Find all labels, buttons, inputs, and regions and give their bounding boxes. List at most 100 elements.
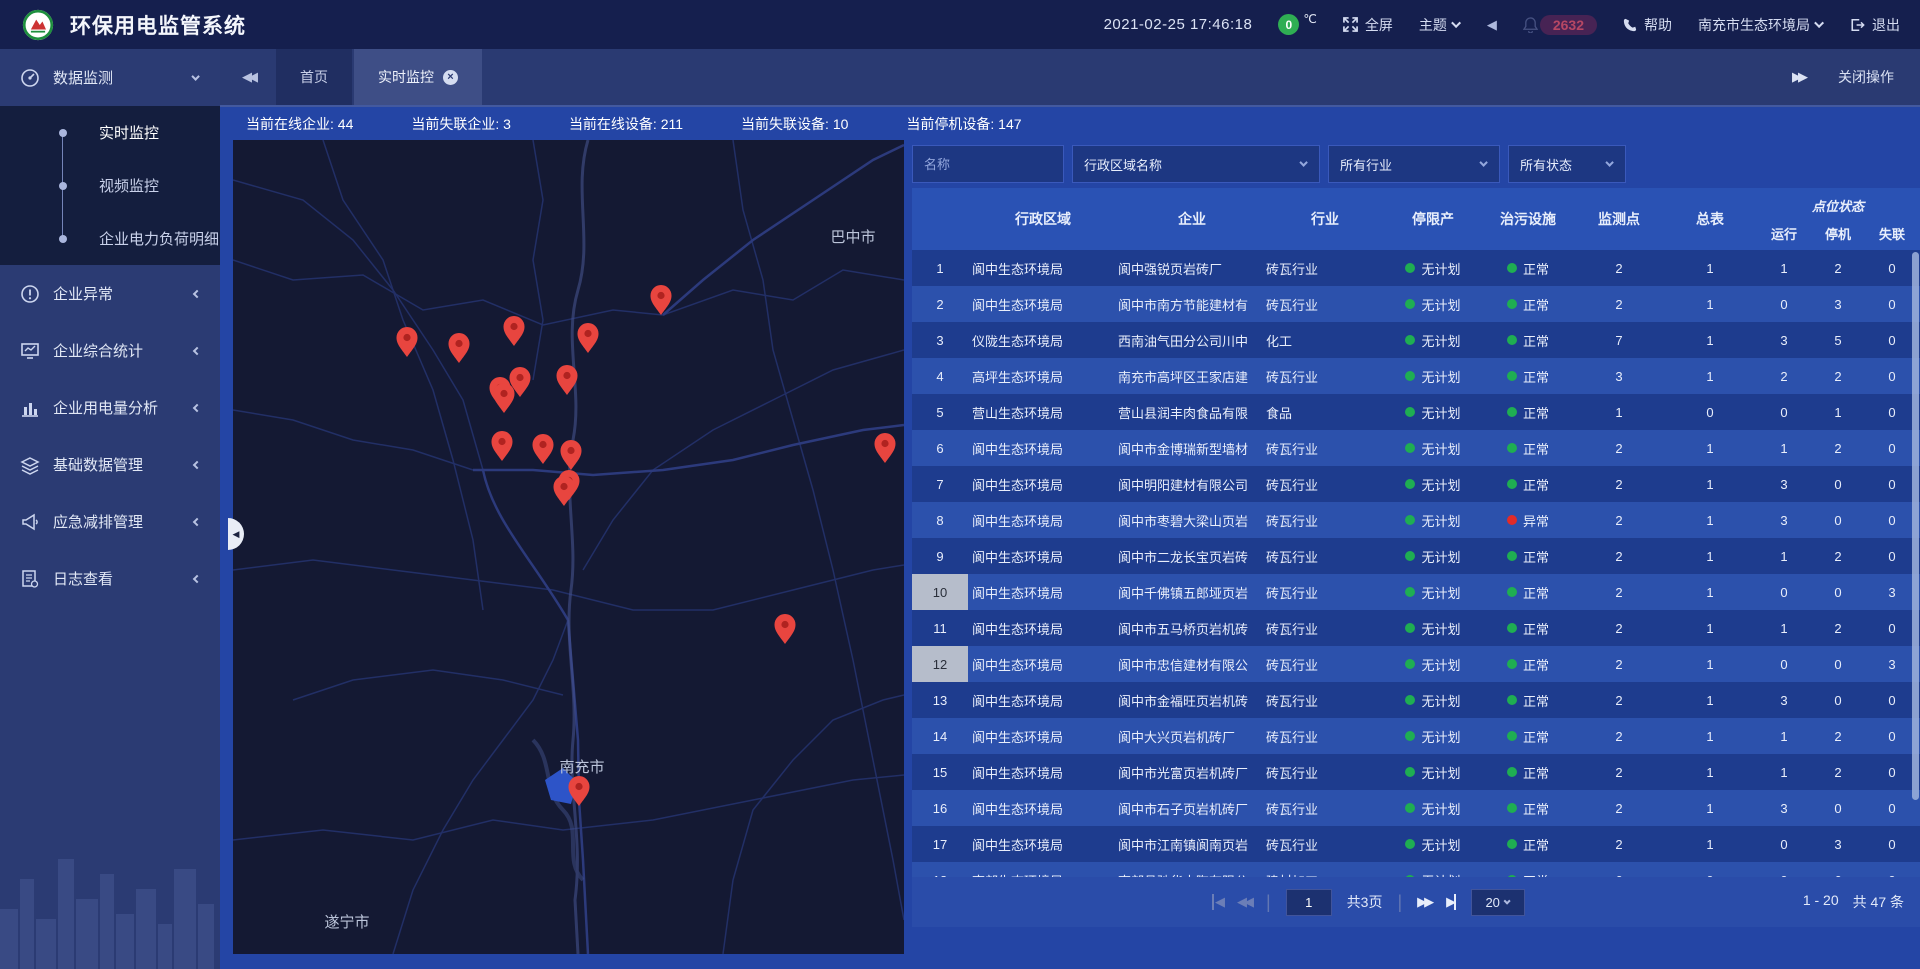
- map-panel[interactable]: 巴中市南充市遂宁市 ◀: [233, 140, 904, 954]
- col-header: 企业: [1118, 188, 1266, 250]
- industry-filter-select[interactable]: 所有行业: [1328, 145, 1500, 183]
- tab-1[interactable]: 实时监控×: [354, 49, 482, 105]
- region-filter-select[interactable]: 行政区域名称: [1072, 145, 1320, 183]
- table-row[interactable]: 8阆中生态环境局阆中市枣碧大梁山页岩砖瓦行业无计划异常21300: [912, 502, 1920, 538]
- sidebar-nav: 数据监测实时监控视频监控企业电力负荷明细企业异常企业综合统计企业用电量分析基础数…: [0, 49, 220, 969]
- cell-region: 阆中生态环境局: [968, 718, 1118, 754]
- sidebar-group-3[interactable]: 企业用电量分析: [0, 379, 220, 436]
- status-dot-icon: [1405, 479, 1415, 489]
- table-row[interactable]: 10阆中生态环境局阆中千佛镇五郎垭页岩砖瓦行业无计划正常21003: [912, 574, 1920, 610]
- col-header: 停限产: [1384, 188, 1482, 250]
- notifications[interactable]: 2632: [1523, 15, 1597, 35]
- tabs-scroll-left-icon[interactable]: ◀◀: [220, 49, 276, 105]
- tab-label: 首页: [300, 67, 328, 87]
- table-row[interactable]: 5营山生态环境局营山县润丰肉食品有限食品无计划正常10010: [912, 394, 1920, 430]
- sidebar-item-0[interactable]: 实时监控: [0, 106, 220, 159]
- cell-running: 1: [1756, 430, 1812, 466]
- megaphone-icon: [20, 512, 40, 532]
- table-row[interactable]: 13阆中生态环境局阆中市金福旺页岩机砖砖瓦行业无计划正常21300: [912, 682, 1920, 718]
- table-row[interactable]: 7阆中生态环境局阆中明阳建材有限公司砖瓦行业无计划正常21300: [912, 466, 1920, 502]
- close-operations-button[interactable]: 关闭操作: [1838, 67, 1894, 87]
- table-row[interactable]: 16阆中生态环境局阆中市石子页岩机砖厂砖瓦行业无计划正常21300: [912, 790, 1920, 826]
- sidebar-group-1[interactable]: 企业异常: [0, 265, 220, 322]
- map-marker-pin-icon[interactable]: [494, 383, 515, 413]
- tab-0[interactable]: 首页: [276, 49, 352, 105]
- status-filter-select[interactable]: 所有状态: [1508, 145, 1626, 183]
- fullscreen-button[interactable]: 全屏: [1343, 15, 1393, 35]
- map-marker-pin-icon[interactable]: [397, 327, 418, 357]
- cell-total-meters: 1: [1664, 574, 1756, 610]
- map-marker-pin-icon[interactable]: [504, 316, 525, 346]
- map-marker-pin-icon[interactable]: [578, 323, 599, 353]
- map-marker-pin-icon[interactable]: [875, 433, 896, 463]
- cell-stop-status: 无计划: [1384, 718, 1482, 754]
- exit-button[interactable]: 退出: [1850, 15, 1900, 35]
- first-page-icon[interactable]: ◀: [1212, 894, 1222, 910]
- page-size-select[interactable]: 20: [1471, 889, 1525, 916]
- cell-stopped: 5: [1812, 322, 1864, 358]
- speaker-mute-icon[interactable]: ◀: [1487, 17, 1497, 33]
- sidebar-group-0[interactable]: 数据监测: [0, 49, 220, 106]
- map-canvas[interactable]: 巴中市南充市遂宁市: [233, 140, 904, 954]
- status-dot-icon: [1507, 695, 1517, 705]
- app-logo-icon: [22, 9, 54, 41]
- sidebar-group-6[interactable]: 日志查看: [0, 550, 220, 607]
- bell-icon: [1523, 17, 1538, 33]
- sidebar-submenu: 实时监控视频监控企业电力负荷明细: [0, 106, 220, 265]
- cell-industry: 砖瓦行业: [1266, 574, 1384, 610]
- table-row[interactable]: 12阆中生态环境局阆中市忠信建材有限公砖瓦行业无计划正常21003: [912, 646, 1920, 682]
- sidebar-group-4[interactable]: 基础数据管理: [0, 436, 220, 493]
- col-index: [912, 188, 968, 250]
- cell-industry: 化工: [1266, 322, 1384, 358]
- sidebar-group-5[interactable]: 应急减排管理: [0, 493, 220, 550]
- theme-dropdown[interactable]: 主题: [1419, 15, 1461, 35]
- prev-page-icon[interactable]: ◀◀: [1237, 894, 1251, 910]
- table-row[interactable]: 6阆中生态环境局阆中市金博瑞新型墙材砖瓦行业无计划正常21120: [912, 430, 1920, 466]
- map-marker-pin-icon[interactable]: [561, 440, 582, 470]
- last-page-icon[interactable]: ▶: [1446, 894, 1456, 910]
- close-icon[interactable]: ×: [443, 70, 458, 85]
- map-marker-pin-icon[interactable]: [449, 333, 470, 363]
- table-row[interactable]: 4高坪生态环境局南充市高坪区王家店建砖瓦行业无计划正常31220: [912, 358, 1920, 394]
- cell-stopped: 6: [1812, 862, 1864, 877]
- cell-stop-status: 无计划: [1384, 574, 1482, 610]
- org-dropdown[interactable]: 南充市生态环境局: [1698, 15, 1824, 35]
- tabs-scroll-right-icon[interactable]: ▶▶: [1792, 69, 1804, 85]
- help-button[interactable]: 帮助: [1623, 15, 1672, 35]
- name-filter-field[interactable]: [912, 145, 1064, 183]
- table-row[interactable]: 2阆中生态环境局阆中市南方节能建材有砖瓦行业无计划正常21030: [912, 286, 1920, 322]
- next-page-icon[interactable]: ▶▶: [1417, 894, 1431, 910]
- table-row[interactable]: 11阆中生态环境局阆中市五马桥页岩机砖砖瓦行业无计划正常21120: [912, 610, 1920, 646]
- cell-total-meters: 1: [1664, 502, 1756, 538]
- cell-total-meters: 1: [1664, 682, 1756, 718]
- sidebar-item-2[interactable]: 企业电力负荷明细: [0, 212, 220, 265]
- table-row[interactable]: 1阆中生态环境局阆中强锐页岩砖厂砖瓦行业无计划正常21120: [912, 250, 1920, 286]
- map-marker-pin-icon[interactable]: [533, 434, 554, 464]
- table-row[interactable]: 17阆中生态环境局阆中市江南镇阆南页岩砖瓦行业无计划正常21030: [912, 826, 1920, 862]
- record-range: 1 - 20 共 47 条: [1803, 892, 1904, 912]
- cell-treatment-status: 正常: [1482, 718, 1574, 754]
- table-row[interactable]: 3仪陇生态环境局西南油气田分公司川中化工无计划正常71350: [912, 322, 1920, 358]
- status-dot-icon: [1405, 659, 1415, 669]
- notification-count-badge: 2632: [1540, 15, 1597, 35]
- sidebar-group-2[interactable]: 企业综合统计: [0, 322, 220, 379]
- map-marker-pin-icon[interactable]: [775, 614, 796, 644]
- cell-monitor-points: 7: [1574, 322, 1664, 358]
- table-row[interactable]: 18南部生态环境局南部县驰华土陶有限公建材加工无计划正常60060: [912, 862, 1920, 877]
- table-row[interactable]: 15阆中生态环境局阆中市光富页岩机砖厂砖瓦行业无计划正常21120: [912, 754, 1920, 790]
- chevron-down-icon: [1451, 18, 1461, 28]
- page-number-input[interactable]: [1286, 889, 1332, 916]
- sub-col-header: 运行: [1756, 224, 1812, 243]
- cell-index: 12: [912, 646, 968, 682]
- table-row[interactable]: 9阆中生态环境局阆中市二龙长宝页岩砖砖瓦行业无计划正常21120: [912, 538, 1920, 574]
- cell-index: 2: [912, 286, 968, 322]
- cell-index: 6: [912, 430, 968, 466]
- sidebar-item-1[interactable]: 视频监控: [0, 159, 220, 212]
- map-marker-pin-icon[interactable]: [492, 431, 513, 461]
- cell-stop-status: 无计划: [1384, 862, 1482, 877]
- table-row[interactable]: 14阆中生态环境局阆中大兴页岩机砖厂砖瓦行业无计划正常21120: [912, 718, 1920, 754]
- cell-total-meters: 1: [1664, 646, 1756, 682]
- name-filter-input[interactable]: [924, 157, 1052, 172]
- table-scrollbar[interactable]: [1912, 252, 1919, 875]
- fullscreen-icon: [1343, 17, 1358, 32]
